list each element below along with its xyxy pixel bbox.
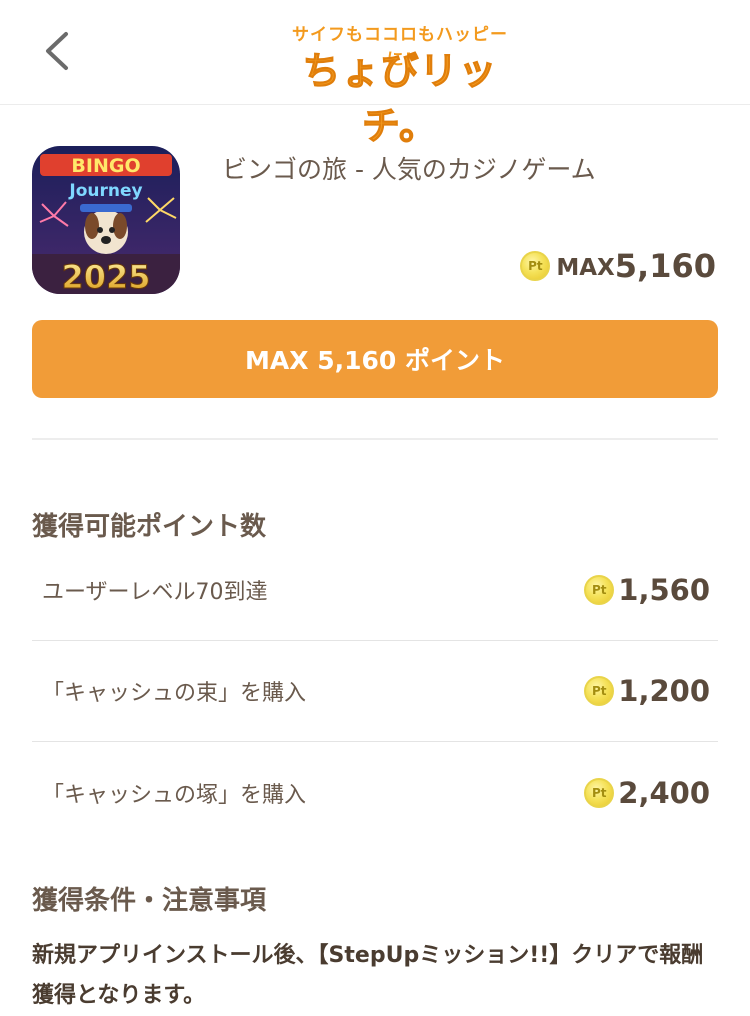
- max-prefix: MAX: [556, 255, 615, 281]
- app-title: ビンゴの旅 - 人気のカジノゲーム: [222, 155, 596, 184]
- notes-section-title: 獲得条件・注意事項: [32, 886, 267, 916]
- points-section-title: 獲得可能ポイント数: [32, 512, 267, 542]
- point-item-row: ユーザーレベル70到達 Pt 1,560: [32, 540, 718, 641]
- logo-name: ちょびリッチ。: [302, 49, 498, 149]
- point-item-value: Pt 2,400: [584, 776, 710, 810]
- max-points-badge: Pt MAX 5,160: [520, 246, 716, 286]
- chevron-left-icon: [46, 32, 68, 70]
- back-button[interactable]: [38, 28, 78, 74]
- max-points-value: 5,160: [614, 247, 716, 285]
- max-points-button-label: MAX 5,160 ポイント: [245, 346, 505, 375]
- point-coin-icon: Pt: [584, 575, 615, 605]
- max-points-button[interactable]: MAX 5,160 ポイント: [32, 320, 718, 398]
- point-item-label: 「キャッシュの塚」を購入: [42, 783, 307, 808]
- svg-text:2025: 2025: [61, 258, 150, 294]
- point-item-label: ユーザーレベル70到達: [42, 580, 268, 605]
- point-item-value: Pt 1,200: [584, 674, 710, 708]
- header-bar: サイフもココロもハッピーに! ちょびリッチ。: [0, 0, 750, 149]
- app-icon: BINGO Journey 2025: [32, 146, 180, 294]
- point-item-amount: 1,560: [618, 573, 710, 607]
- divider: [32, 438, 718, 440]
- point-item-label: 「キャッシュの束」を購入: [42, 681, 307, 706]
- point-item-row: 「キャッシュの束」を購入 Pt 1,200: [32, 641, 718, 742]
- point-coin-icon: Pt: [584, 676, 615, 706]
- point-coin-icon: Pt: [520, 251, 551, 281]
- svg-text:Journey: Journey: [68, 181, 142, 201]
- point-item-amount: 1,200: [618, 674, 710, 708]
- chobirich-logo[interactable]: サイフもココロもハッピーに! ちょびリッチ。: [284, 20, 516, 149]
- svg-text:BINGO: BINGO: [71, 155, 140, 177]
- notes-text: 新規アプリインストール後、【StepUpミッション!!】クリアで報酬獲得となりま…: [32, 943, 704, 1008]
- point-item-row: 「キャッシュの塚」を購入 Pt 2,400: [32, 743, 718, 843]
- point-item-amount: 2,400: [618, 776, 710, 810]
- point-coin-icon: Pt: [584, 778, 615, 808]
- point-item-value: Pt 1,560: [584, 573, 710, 607]
